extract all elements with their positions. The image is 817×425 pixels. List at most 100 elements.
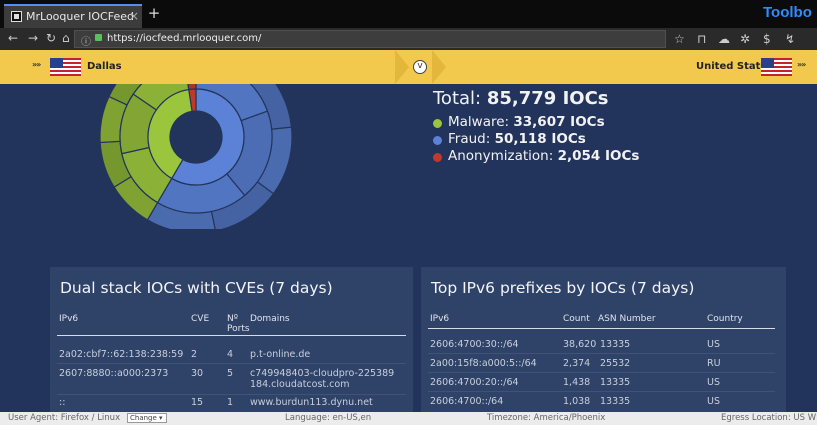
- cell-ipv6: 2606:4700::/64: [430, 396, 504, 407]
- col-header-asn[interactable]: ASN Number: [598, 314, 656, 324]
- location-bar: »» Dallas v United States »»: [0, 50, 817, 84]
- address-bar[interactable]: ⓘ https://iocfeed.mrlooquer.com/: [74, 30, 666, 48]
- header-divider: [57, 335, 406, 336]
- row-divider: [57, 394, 406, 395]
- extension-bug-icon[interactable]: ✲: [740, 32, 750, 46]
- tab-active[interactable]: MrLooquer IOCFeed ×: [4, 4, 142, 28]
- col-header-ports-sub: Ports: [227, 324, 250, 334]
- dollar-icon[interactable]: $: [763, 32, 771, 46]
- change-select[interactable]: Change ▾: [127, 413, 167, 423]
- cell-cve: 2: [191, 349, 198, 360]
- legend-value: 33,607 IOCs: [513, 114, 605, 130]
- user-agent-text: User Agent: Firefox / Linux: [8, 413, 121, 423]
- legend-label: Anonymization:: [448, 148, 554, 164]
- tab-title: MrLooquer IOCFeed: [26, 10, 134, 23]
- cell-count: 38,620: [563, 339, 597, 350]
- cell-asn: 13335: [600, 396, 631, 407]
- change-select-label: Change: [130, 414, 157, 422]
- legend-label: Malware:: [448, 114, 510, 130]
- cell-domain: c749948403-cloudpro-225389184.cloudatcos…: [250, 368, 395, 390]
- panel-title: Top IPv6 prefixes by IOCs (7 days): [431, 279, 695, 297]
- legend-value: 2,054 IOCs: [557, 148, 640, 164]
- timezone-text: Timezone: America/Phoenix: [487, 413, 606, 423]
- bookmark-star-icon[interactable]: ☆: [674, 32, 685, 46]
- cell-ports: 4: [227, 349, 234, 360]
- toolbox-logo: Toolbo: [763, 4, 812, 21]
- cell-asn: 13335: [600, 377, 631, 388]
- row-divider: [428, 353, 775, 354]
- cell-asn: 25532: [600, 358, 631, 369]
- navigation-bar: ← → ↻ ⌂ ⓘ https://iocfeed.mrlooquer.com/…: [0, 28, 817, 50]
- menu-arrows-icon[interactable]: ↯: [785, 32, 795, 46]
- cell-domain: p.t-online.de: [250, 349, 311, 360]
- legend-label: Fraud:: [448, 131, 491, 147]
- tab-strip: MrLooquer IOCFeed × + Toolbo: [0, 0, 817, 28]
- arrow-shape: [432, 50, 446, 84]
- cell-ipv6: 2a02:cbf7::62:138:238:59: [59, 349, 184, 360]
- fraud-dot-icon: [433, 136, 442, 145]
- total-label: Total:: [433, 88, 482, 109]
- col-header-country[interactable]: Country: [707, 314, 743, 324]
- cell-count: 1,038: [563, 396, 591, 407]
- row-divider: [57, 363, 406, 364]
- cell-asn: 13335: [600, 339, 631, 350]
- total-iocs: Total: 85,779 IOCs: [433, 88, 609, 109]
- cell-cve: 15: [191, 397, 204, 408]
- header-divider: [428, 328, 775, 329]
- cell-country: US: [707, 377, 720, 388]
- lock-icon: [95, 34, 102, 41]
- cell-count: 1,438: [563, 377, 591, 388]
- cell-country: RU: [707, 358, 721, 369]
- language-text: Language: en-US,en: [285, 413, 372, 423]
- sunburst-inner-ring: [147, 88, 245, 186]
- cell-count: 2,374: [563, 358, 591, 369]
- col-header-ipv6[interactable]: IPv6: [430, 314, 449, 324]
- cell-ipv6: ::: [59, 397, 66, 408]
- col-header-count[interactable]: Count: [563, 314, 590, 324]
- new-tab-button[interactable]: +: [147, 5, 161, 21]
- col-header-ipv6[interactable]: IPv6: [59, 314, 78, 324]
- malware-dot-icon: [433, 119, 442, 128]
- sync-icon[interactable]: ☁: [718, 32, 730, 46]
- us-flag-icon: [50, 58, 81, 76]
- info-icon[interactable]: ⓘ: [81, 33, 91, 48]
- location-city: Dallas: [87, 61, 122, 72]
- ioc-sunburst-chart: [100, 84, 293, 229]
- egress-text: Egress Location: US W: [721, 413, 817, 423]
- cell-ports: 1: [227, 397, 234, 408]
- panel-title: Dual stack IOCs with CVEs (7 days): [60, 279, 333, 297]
- cell-country: US: [707, 396, 720, 407]
- top-prefixes-panel: Top IPv6 prefixes by IOCs (7 days) IPv6 …: [421, 267, 786, 412]
- cell-ipv6: 2606:4700:30::/64: [430, 339, 519, 350]
- cell-cve: 30: [191, 368, 204, 379]
- us-flag-icon: [761, 58, 792, 76]
- left-arrows-icon: »»: [32, 60, 41, 69]
- col-header-cve[interactable]: CVE: [191, 314, 209, 324]
- home-icon[interactable]: ⌂: [62, 31, 70, 45]
- legend-value: 50,118 IOCs: [494, 131, 586, 147]
- cell-ipv6: 2607:8880::a000:2373: [59, 368, 169, 379]
- library-icon[interactable]: ⊓: [697, 32, 706, 46]
- row-divider: [428, 372, 775, 373]
- forward-arrow-icon[interactable]: →: [28, 31, 38, 45]
- tab-close-button[interactable]: ×: [129, 9, 139, 23]
- status-bar: User Agent: Firefox / Linux Change ▾ Lan…: [0, 412, 817, 425]
- col-header-domains[interactable]: Domains: [250, 314, 290, 324]
- reload-icon[interactable]: ↻: [46, 31, 56, 45]
- expand-chevron-icon[interactable]: v: [413, 60, 427, 74]
- cell-country: US: [707, 339, 720, 350]
- dual-stack-panel: Dual stack IOCs with CVEs (7 days) IPv6 …: [50, 267, 413, 412]
- total-value: 85,779 IOCs: [486, 88, 609, 109]
- cell-ipv6: 2a00:15f8:a000:5::/64: [430, 358, 537, 369]
- url-text: https://iocfeed.mrlooquer.com/: [107, 33, 262, 44]
- cell-ipv6: 2606:4700:20::/64: [430, 377, 519, 388]
- cell-ports: 5: [227, 368, 234, 379]
- right-arrows-icon: »»: [797, 60, 806, 69]
- col-header-ports[interactable]: Nº: [227, 314, 238, 324]
- cell-domain: www.burdun113.dynu.net: [250, 397, 373, 408]
- back-arrow-icon[interactable]: ←: [8, 31, 18, 45]
- arrow-shape: [395, 50, 409, 84]
- favicon-icon: [11, 11, 22, 22]
- row-divider: [428, 391, 775, 392]
- anonymization-dot-icon: [433, 153, 442, 162]
